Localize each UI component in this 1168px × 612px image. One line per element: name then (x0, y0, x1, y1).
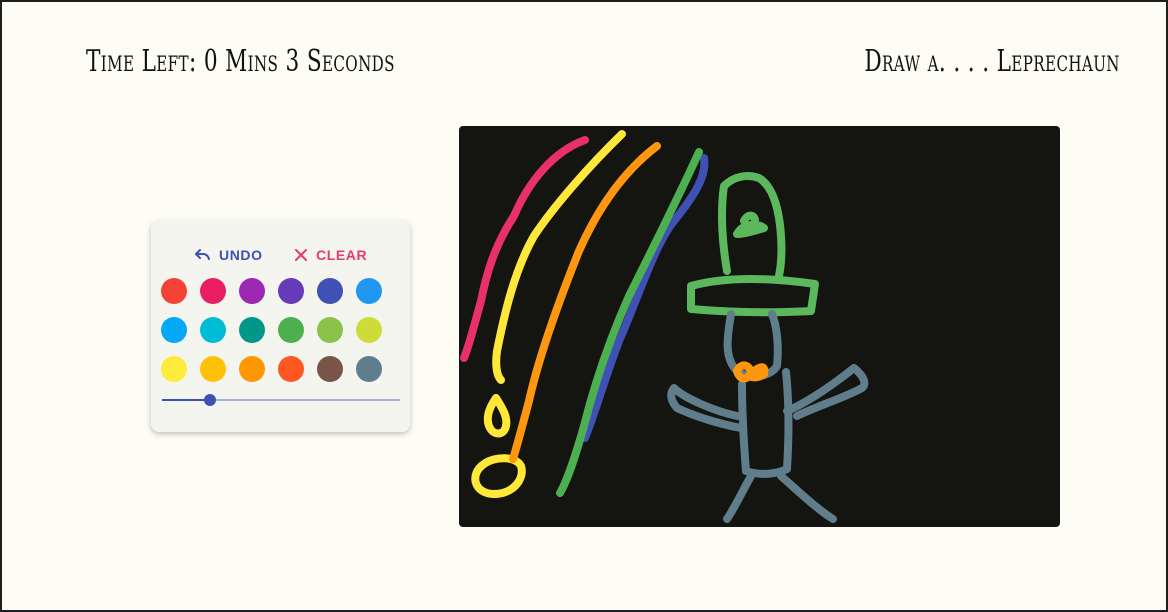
brush-size-slider[interactable] (162, 393, 400, 407)
color-swatch[interactable] (200, 317, 226, 343)
stroke-yellow-drop (483, 394, 511, 438)
color-swatch[interactable] (356, 356, 382, 382)
figure-bowtie (733, 361, 769, 383)
leprechaun-drawing (460, 130, 869, 523)
undo-button[interactable]: UNDO (193, 245, 263, 265)
color-swatch[interactable] (200, 278, 226, 304)
color-swatch[interactable] (356, 317, 382, 343)
color-swatch[interactable] (161, 356, 187, 382)
figure-body (738, 368, 793, 478)
hat-brim (687, 275, 819, 317)
figure-leg-right (777, 472, 837, 523)
stroke-yellow (492, 130, 626, 384)
color-swatch[interactable] (239, 317, 265, 343)
color-palette (161, 278, 382, 382)
color-swatch[interactable] (317, 278, 343, 304)
drawing-canvas[interactable] (459, 126, 1060, 527)
clear-button[interactable]: CLEAR (294, 245, 367, 265)
clear-label: CLEAR (316, 247, 368, 263)
figure-leg-left (723, 472, 755, 523)
drawing-prompt: Draw a. . . . Leprechaun (864, 44, 1120, 79)
color-swatch[interactable] (278, 317, 304, 343)
color-swatch[interactable] (317, 317, 343, 343)
close-x-icon (294, 248, 308, 262)
color-swatch[interactable] (356, 278, 382, 304)
color-swatch[interactable] (278, 278, 304, 304)
color-swatch[interactable] (239, 278, 265, 304)
stroke-yellow-ring (471, 454, 526, 498)
drawing-toolbox: UNDO CLEAR (151, 221, 410, 432)
color-swatch[interactable] (161, 278, 187, 304)
slider-fill (162, 399, 210, 401)
color-swatch[interactable] (317, 356, 343, 382)
color-swatch[interactable] (200, 356, 226, 382)
time-left-label: Time Left: 0 Mins 3 Seconds (86, 44, 395, 79)
toolbox-actions: UNDO CLEAR (151, 245, 410, 265)
game-screen: Time Left: 0 Mins 3 Seconds Draw a. . . … (0, 0, 1168, 612)
hat-feather (733, 211, 768, 238)
figure-arm-left (667, 384, 745, 432)
color-swatch[interactable] (278, 356, 304, 382)
undo-arrow-icon (193, 248, 211, 262)
color-swatch[interactable] (239, 356, 265, 382)
color-swatch[interactable] (161, 317, 187, 343)
slider-thumb[interactable] (203, 394, 216, 406)
undo-label: UNDO (219, 247, 263, 263)
figure-arm-right (783, 364, 869, 420)
